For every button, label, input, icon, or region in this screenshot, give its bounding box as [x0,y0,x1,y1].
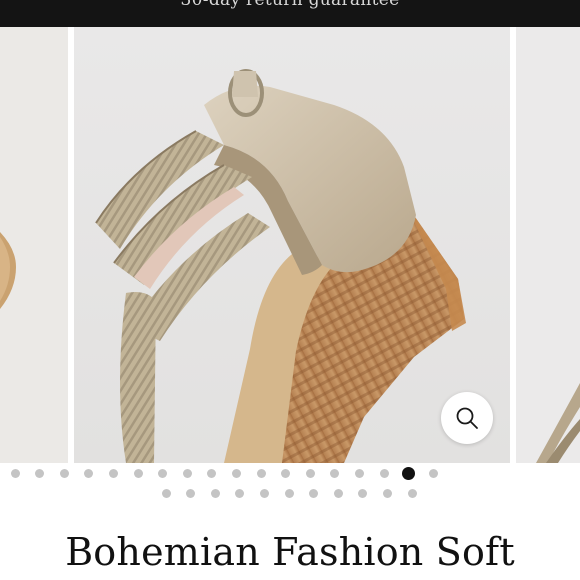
pagination-dot[interactable] [407,488,417,498]
pagination-dot[interactable] [284,488,294,498]
pagination-dot[interactable] [84,468,94,478]
pagination-dot[interactable] [231,468,241,478]
next-product-image[interactable] [516,27,580,463]
pagination-dot[interactable] [333,488,343,498]
pagination-dot[interactable] [330,468,340,478]
pagination-dot[interactable] [108,468,118,478]
pagination-dot[interactable] [59,468,69,478]
pagination-dot[interactable] [207,468,217,478]
pagination-dot[interactable] [35,468,45,478]
carousel-pagination [0,463,580,503]
pagination-dot[interactable] [305,468,315,478]
banner-text: 30-day return guarantee [180,0,400,10]
pagination-dot[interactable] [161,488,171,498]
magnifier-icon [456,407,478,429]
pagination-dot[interactable] [259,488,269,498]
pagination-dot[interactable] [428,468,438,478]
pagination-dot[interactable] [281,468,291,478]
pagination-dot[interactable] [379,468,389,478]
pagination-dot[interactable] [158,468,168,478]
announcement-banner: 30-day return guarantee [0,0,580,27]
zoom-button[interactable] [441,392,493,444]
pagination-dot[interactable] [210,488,220,498]
pagination-dot[interactable] [358,488,368,498]
pagination-dot-active[interactable] [402,466,416,480]
pagination-dot[interactable] [235,488,245,498]
current-product-image[interactable] [74,27,510,463]
pagination-dot[interactable] [133,468,143,478]
pagination-dot[interactable] [186,488,196,498]
pagination-dot[interactable] [182,468,192,478]
pagination-dot[interactable] [354,468,364,478]
product-title: Bohemian Fashion Soft [65,530,515,574]
previous-product-image[interactable] [0,27,68,463]
pagination-dot[interactable] [309,488,319,498]
product-image-carousel[interactable] [0,27,580,463]
pagination-dot[interactable] [10,468,20,478]
pagination-dot[interactable] [382,488,392,498]
pagination-dot[interactable] [256,468,266,478]
